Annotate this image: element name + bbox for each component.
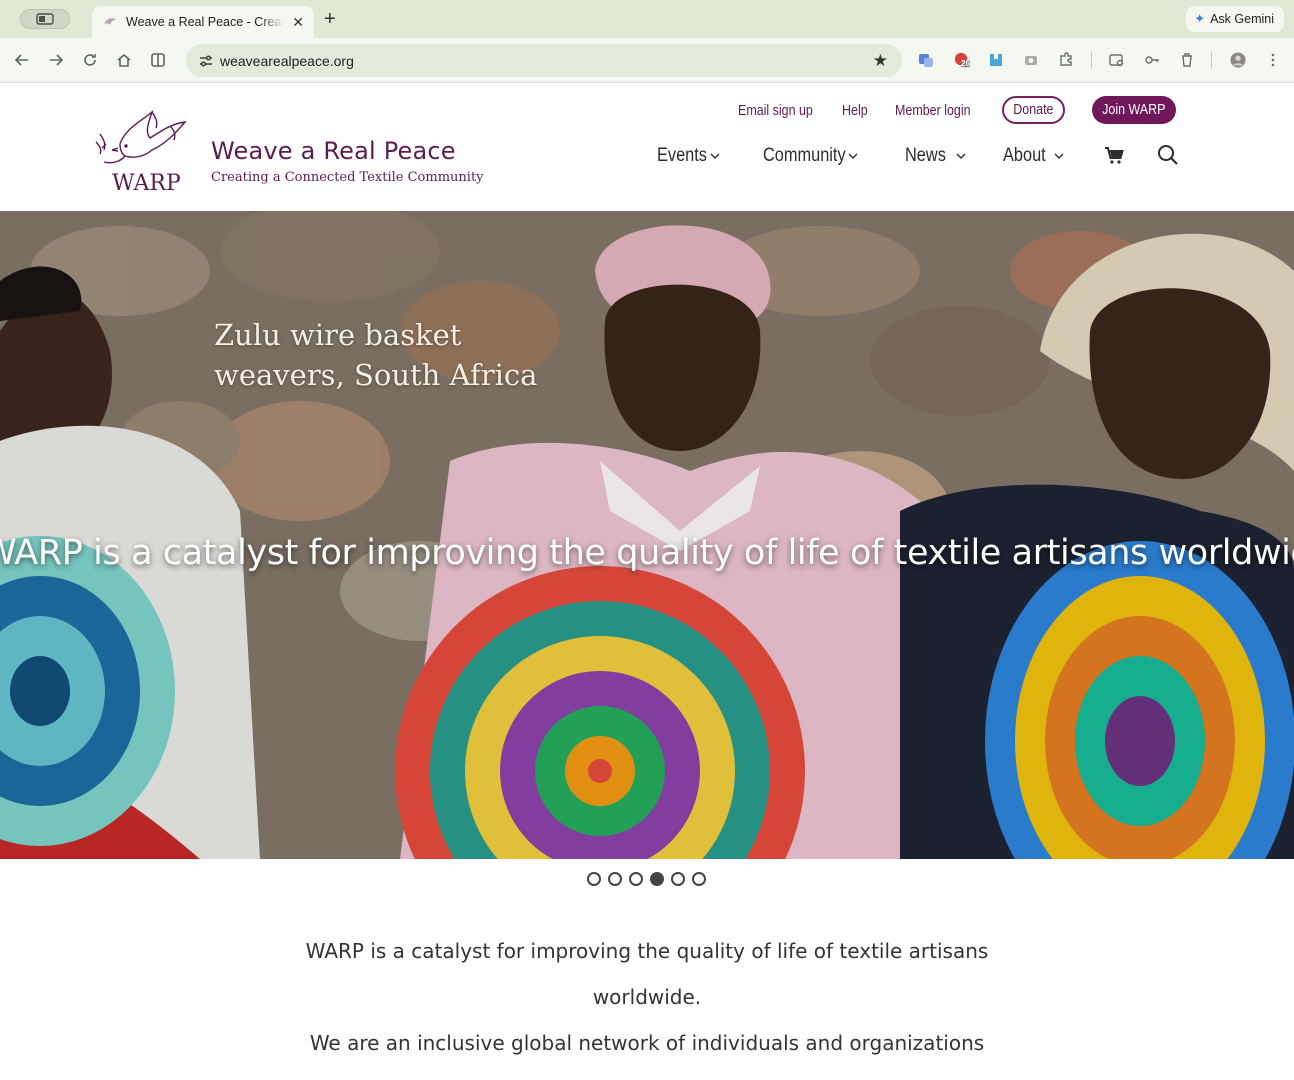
home-icon — [117, 53, 131, 67]
extension-badge: 26 — [961, 59, 970, 68]
ask-gemini-label: Ask Gemini — [1210, 12, 1274, 26]
chevron-down-icon — [710, 153, 720, 160]
password-manager-button[interactable] — [1143, 51, 1161, 69]
home-button[interactable] — [114, 50, 134, 70]
reading-mode-icon — [1109, 54, 1124, 67]
util-link-help[interactable]: Help — [842, 97, 872, 125]
search-icon[interactable] — [1157, 144, 1179, 166]
gemini-sparkle-icon: ✦ — [1194, 11, 1206, 26]
nav-community-label: Community — [763, 145, 846, 166]
browser-toolbar: weavearealpeace.org ★ 26 — [0, 38, 1294, 83]
extensions-button[interactable] — [1057, 51, 1075, 69]
bookmark-ext-icon — [990, 54, 1002, 66]
toolbar-separator — [1211, 51, 1212, 69]
split-view-icon — [151, 53, 165, 67]
adblock-extension-icon[interactable]: 26 — [953, 51, 971, 69]
util-link-login[interactable]: Member login — [895, 97, 983, 125]
window-icon — [36, 13, 54, 25]
trash-icon — [1182, 53, 1192, 67]
slide-pagination — [587, 872, 706, 886]
join-label: Join WARP — [1102, 102, 1166, 118]
chevron-down-icon — [1054, 153, 1064, 160]
intro-section: WARP is a catalyst for improving the qua… — [300, 928, 994, 1066]
tab-title: Weave a Real Peace - Creating a Connecte… — [126, 15, 284, 29]
tab-search-button[interactable] — [20, 9, 70, 29]
dove-logo-icon: WARP — [95, 109, 187, 196]
browser-tab-active[interactable]: Weave a Real Peace - Creating a Connecte… — [92, 6, 314, 38]
forward-button[interactable] — [46, 50, 66, 70]
slide-dot-1[interactable] — [587, 872, 601, 886]
screenshot-extension-icon[interactable] — [1022, 51, 1040, 69]
slide-dot-2[interactable] — [608, 872, 622, 886]
key-icon — [1145, 56, 1159, 64]
browser-menu-button[interactable] — [1264, 51, 1282, 69]
site-header: WARP Weave a Real Peace Creating a Conne… — [0, 84, 1294, 211]
profile-avatar[interactable] — [1229, 51, 1247, 69]
reload-icon — [84, 54, 96, 66]
url-text: weavearealpeace.org — [220, 52, 354, 69]
donate-button[interactable]: Donate — [1002, 96, 1065, 124]
join-warp-button[interactable]: Join WARP — [1092, 96, 1176, 124]
nav-events-label: Events — [657, 145, 707, 166]
site-tagline: Creating a Connected Textile Community — [211, 170, 484, 185]
warp-logo[interactable]: WARP — [90, 104, 190, 196]
back-arrow-icon — [14, 54, 28, 66]
member-login-link[interactable]: Member login — [895, 103, 971, 119]
nav-news[interactable]: News — [905, 144, 967, 168]
nav-about[interactable]: About — [1003, 144, 1065, 168]
hero-tagline: WARP is a catalyst for improving the qua… — [0, 533, 1294, 573]
profile-avatar-icon — [1230, 52, 1246, 68]
email-signup-link[interactable]: Email sign up — [738, 103, 813, 119]
chevron-down-icon — [848, 153, 858, 160]
translate-icon — [919, 54, 933, 67]
ask-gemini-button[interactable]: ✦ Ask Gemini — [1186, 6, 1284, 32]
camera-icon — [1025, 56, 1037, 65]
delete-button[interactable] — [1178, 51, 1196, 69]
site-title[interactable]: Weave a Real Peace — [211, 137, 456, 165]
tab-close-icon[interactable]: ✕ — [292, 14, 304, 31]
bookmark-star-icon[interactable]: ★ — [873, 51, 888, 71]
chevron-down-icon — [955, 153, 966, 160]
back-button[interactable] — [12, 50, 32, 70]
bookmark-extension-icon[interactable] — [987, 51, 1005, 69]
hero-caption-line1: Zulu wire basket — [214, 318, 462, 352]
site-settings-icon — [200, 54, 212, 67]
cart-icon[interactable] — [1103, 144, 1125, 166]
hero-caption: Zulu wire basket weavers, South Africa — [214, 315, 554, 395]
warp-favicon-icon — [104, 18, 116, 25]
help-link[interactable]: Help — [842, 103, 868, 119]
translate-extension-icon[interactable] — [917, 51, 935, 69]
slide-dot-6[interactable] — [692, 872, 706, 886]
slide-dot-3[interactable] — [629, 872, 643, 886]
intro-paragraph-2: We are an inclusive global network of in… — [309, 1031, 985, 1055]
slide-dot-5[interactable] — [671, 872, 685, 886]
puzzle-icon — [1060, 52, 1072, 66]
util-link-email[interactable]: Email sign up — [738, 97, 825, 125]
toolbar-separator — [1091, 51, 1092, 69]
nav-about-label: About — [1003, 145, 1046, 166]
nav-events[interactable]: Events — [657, 144, 721, 168]
forward-arrow-icon — [50, 54, 64, 66]
hero-caption-line2: weavers, South Africa — [214, 358, 538, 392]
browser-tab-bar: Weave a Real Peace - Creating a Connecte… — [0, 0, 1294, 38]
intro-paragraph-1: WARP is a catalyst for improving the qua… — [305, 939, 989, 1009]
address-bar[interactable]: weavearealpeace.org ★ — [186, 44, 902, 77]
logo-warp-text: WARP — [112, 171, 181, 196]
new-tab-button[interactable]: + — [324, 8, 336, 31]
kebab-menu-icon — [1271, 53, 1275, 67]
hero-slideshow[interactable]: Zulu wire basket weavers, South Africa W… — [0, 211, 1294, 859]
donate-label: Donate — [1013, 102, 1054, 118]
reload-button[interactable] — [80, 50, 100, 70]
slide-dot-4-active[interactable] — [650, 872, 664, 886]
reading-mode-button[interactable] — [1108, 51, 1126, 69]
split-view-button[interactable] — [148, 50, 168, 70]
nav-community[interactable]: Community — [763, 144, 859, 168]
nav-news-label: News — [905, 145, 946, 166]
